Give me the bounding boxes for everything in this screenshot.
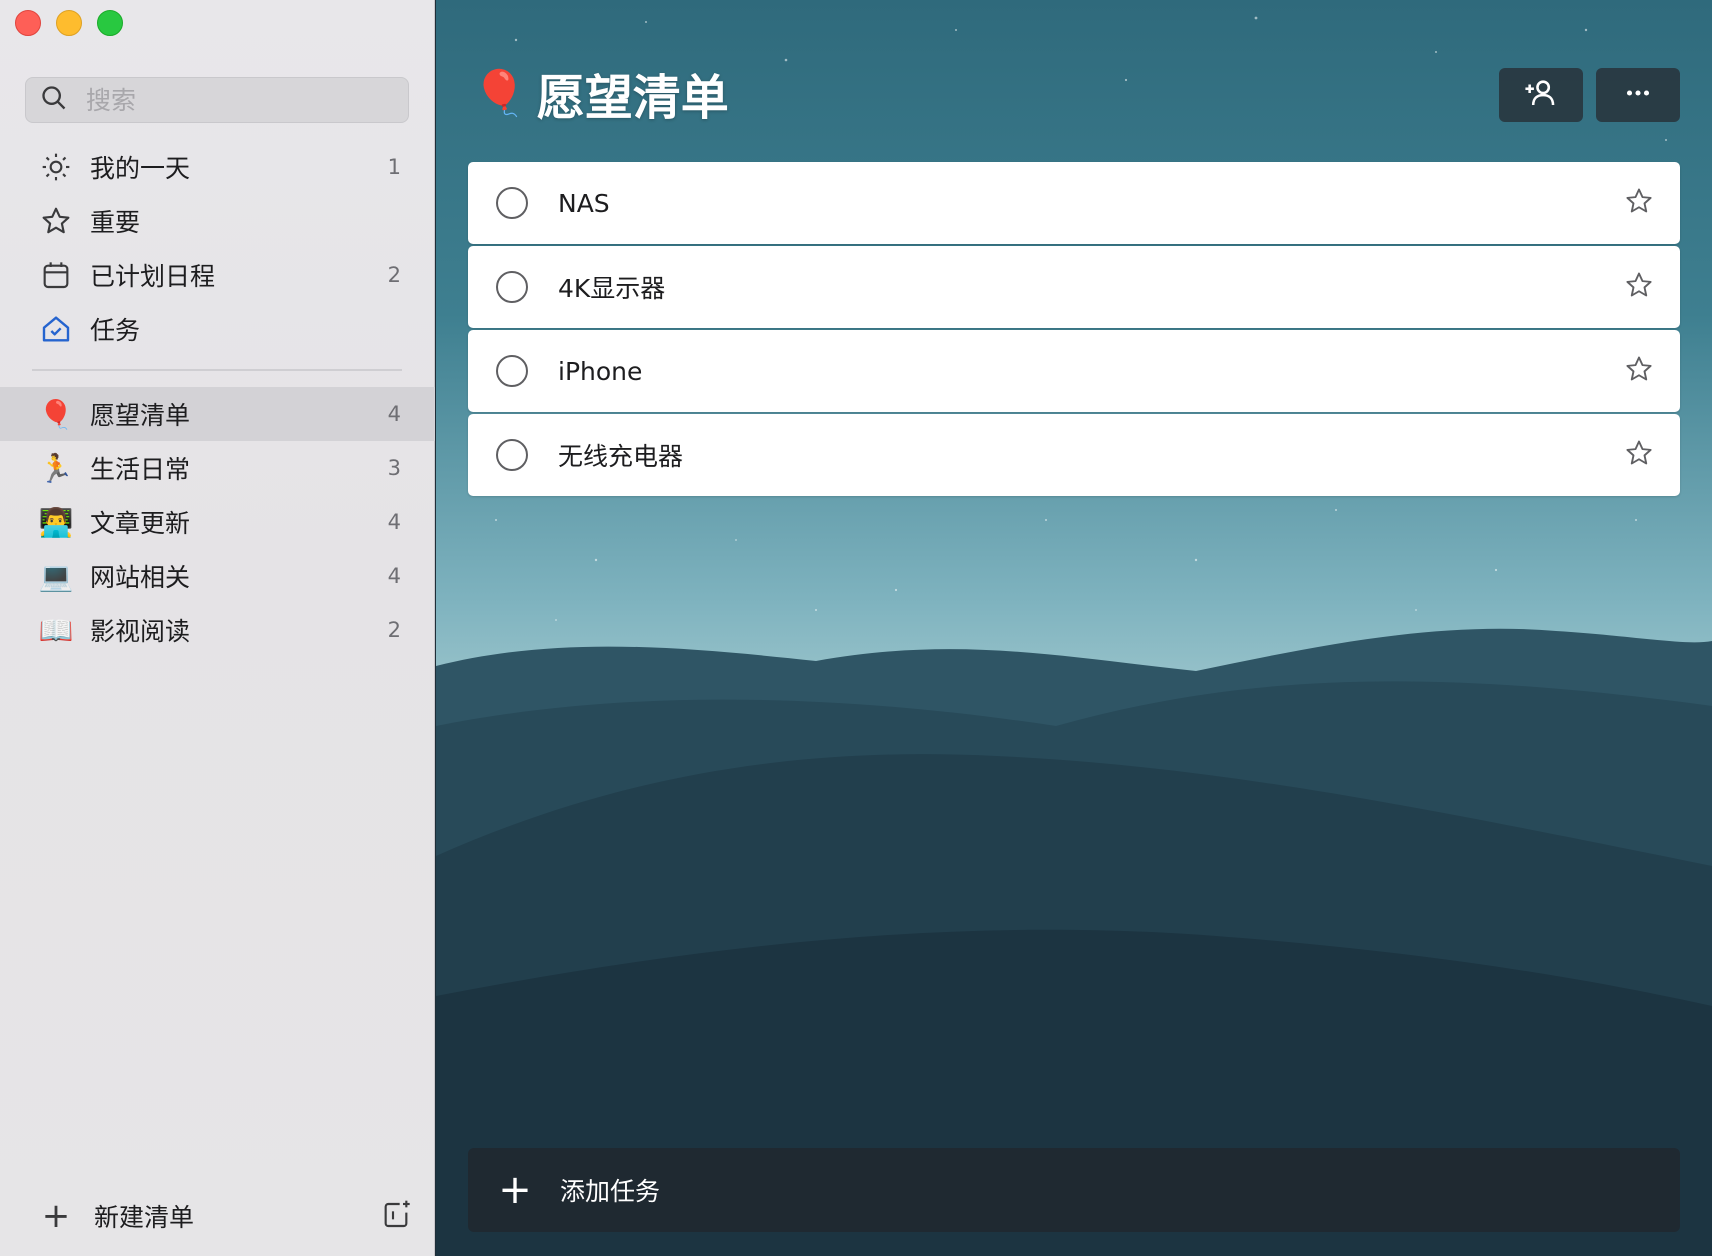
ellipsis-icon [1621, 76, 1655, 114]
plus-icon[interactable]: + [498, 1167, 532, 1213]
sidebar-item-count: 3 [387, 456, 401, 480]
page-title[interactable]: 愿望清单 [537, 58, 729, 128]
star-icon[interactable] [1624, 270, 1654, 304]
app-window: 我的一天 1 重要 已计划日程 2 任务 [0, 0, 1712, 1256]
sidebar-item-label: 影视阅读 [90, 617, 191, 646]
search-input[interactable] [86, 85, 386, 115]
task-item[interactable]: iPhone [468, 330, 1680, 412]
smart-lists: 我的一天 1 重要 已计划日程 2 任务 [0, 140, 435, 356]
sidebar-item-count: 2 [387, 263, 401, 287]
runner-icon: 🏃 [38, 451, 74, 485]
share-list-button[interactable] [1499, 68, 1583, 122]
task-item[interactable]: NAS [468, 162, 1680, 244]
sidebar-item-label: 生活日常 [90, 455, 191, 484]
complete-task-checkbox[interactable] [496, 187, 528, 219]
more-options-button[interactable] [1596, 68, 1680, 122]
task-title[interactable]: NAS [558, 189, 1624, 218]
sidebar-item-article-updates[interactable]: 👨‍💻 文章更新 4 [0, 495, 435, 549]
sidebar-item-planned[interactable]: 已计划日程 2 [0, 248, 435, 302]
star-icon[interactable] [1624, 438, 1654, 472]
sun-icon [38, 149, 74, 185]
sidebar-item-count: 4 [387, 564, 401, 588]
task-list: NAS 4K显示器 iPhone 无线充电器 [468, 162, 1680, 498]
minimize-window-button[interactable] [56, 10, 82, 36]
task-item[interactable]: 4K显示器 [468, 246, 1680, 328]
star-icon [38, 203, 74, 239]
task-title[interactable]: 4K显示器 [558, 269, 1624, 305]
sidebar-item-website[interactable]: 💻 网站相关 4 [0, 549, 435, 603]
list-header: 🎈 愿望清单 [472, 58, 729, 128]
plus-icon[interactable]: + [38, 1196, 74, 1236]
sidebar-item-count: 4 [387, 402, 401, 426]
add-task-input[interactable]: 添加任务 [560, 1172, 660, 1208]
sidebar-item-label: 任务 [90, 316, 141, 345]
technologist-icon: 👨‍💻 [38, 505, 74, 539]
complete-task-checkbox[interactable] [496, 355, 528, 387]
new-group-icon[interactable] [381, 1198, 413, 1234]
star-icon[interactable] [1624, 186, 1654, 220]
sidebar-item-tasks[interactable]: 任务 [0, 302, 435, 356]
sidebar-item-media-reading[interactable]: 📖 影视阅读 2 [0, 603, 435, 657]
sidebar-item-label: 网站相关 [90, 563, 191, 592]
sidebar-item-label: 愿望清单 [90, 401, 191, 430]
calendar-icon [38, 257, 74, 293]
sidebar-item-count: 2 [387, 618, 401, 642]
new-list-row: + 新建清单 [38, 1190, 413, 1242]
laptop-icon: 💻 [38, 559, 74, 593]
task-title[interactable]: 无线充电器 [558, 437, 1624, 473]
home-task-icon [38, 311, 74, 347]
sidebar-item-daily-life[interactable]: 🏃 生活日常 3 [0, 441, 435, 495]
main-panel: 🎈 愿望清单 NAS 4K显示器 iPhone 无线充电器 + 添加任务 [436, 0, 1712, 1256]
add-task-bar[interactable]: + 添加任务 [468, 1148, 1680, 1232]
new-list-button[interactable]: 新建清单 [94, 1198, 381, 1234]
sidebar-item-count: 4 [387, 510, 401, 534]
complete-task-checkbox[interactable] [496, 271, 528, 303]
open-book-icon: 📖 [38, 613, 74, 647]
sidebar-item-label: 我的一天 [90, 154, 191, 183]
star-icon[interactable] [1624, 354, 1654, 388]
balloon-icon: 🎈 [38, 397, 74, 431]
zoom-window-button[interactable] [97, 10, 123, 36]
complete-task-checkbox[interactable] [496, 439, 528, 471]
balloon-icon: 🎈 [472, 68, 527, 119]
search-icon [40, 84, 68, 116]
sidebar-item-count: 1 [387, 155, 401, 179]
sidebar-item-label: 重要 [90, 208, 141, 237]
task-item[interactable]: 无线充电器 [468, 414, 1680, 496]
sidebar-divider [32, 369, 402, 371]
search-box[interactable] [25, 77, 409, 123]
sidebar-item-important[interactable]: 重要 [0, 194, 435, 248]
task-title[interactable]: iPhone [558, 357, 1624, 386]
sidebar-item-label: 文章更新 [90, 509, 191, 538]
sidebar-item-my-day[interactable]: 我的一天 1 [0, 140, 435, 194]
close-window-button[interactable] [15, 10, 41, 36]
sidebar-item-wishlist[interactable]: 🎈 愿望清单 4 [0, 387, 435, 441]
custom-lists: 🎈 愿望清单 4 🏃 生活日常 3 👨‍💻 文章更新 4 💻 网站相关 4 📖 [0, 387, 435, 657]
sidebar-item-label: 已计划日程 [90, 262, 216, 291]
window-controls [15, 10, 123, 36]
add-person-icon [1524, 76, 1558, 114]
sidebar: 我的一天 1 重要 已计划日程 2 任务 [0, 0, 435, 1256]
